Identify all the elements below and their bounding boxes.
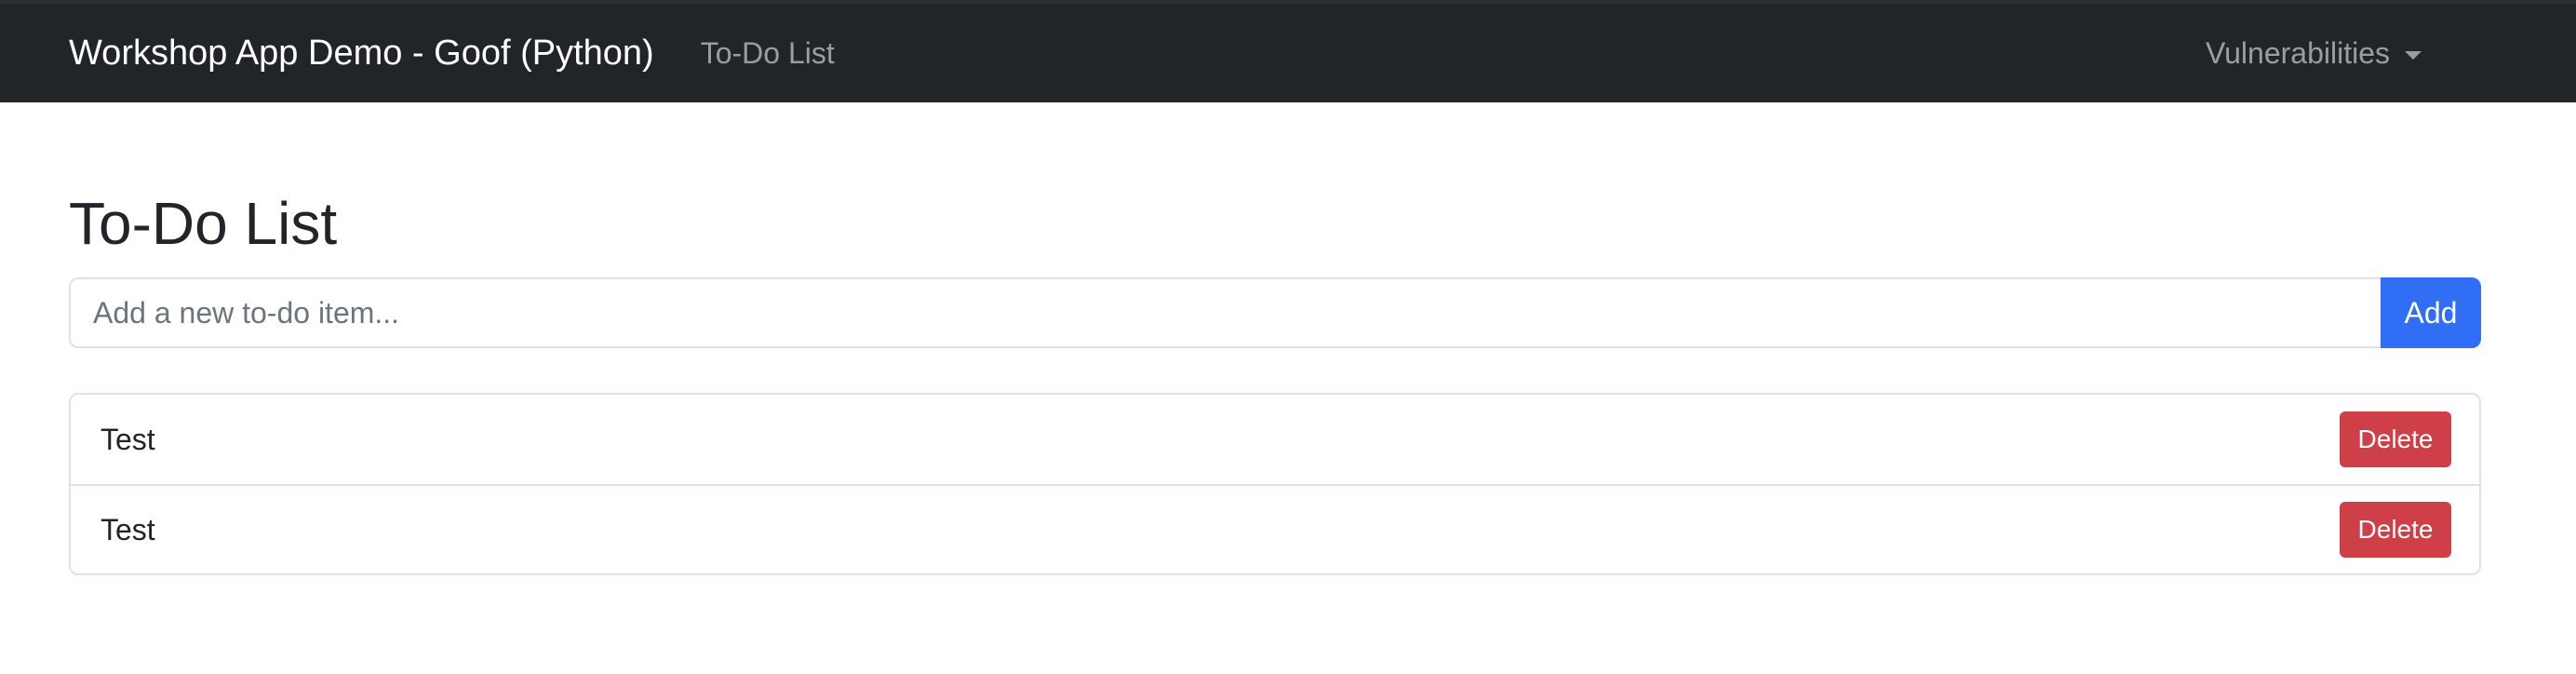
new-todo-input[interactable]: [69, 277, 2381, 348]
todo-list: Test Delete Test Delete: [69, 393, 2481, 575]
page-title: To-Do List: [69, 190, 338, 257]
delete-button[interactable]: Delete: [2340, 502, 2451, 558]
navbar-brand[interactable]: Workshop App Demo - Goof (Python): [69, 34, 654, 74]
caret-down-icon: [2405, 50, 2422, 60]
todo-item: Test Delete: [71, 395, 2479, 484]
vulnerabilities-dropdown[interactable]: Vulnerabilities: [2206, 36, 2422, 71]
add-todo-form: Add: [69, 277, 2481, 348]
add-button[interactable]: Add: [2381, 277, 2481, 348]
vulnerabilities-dropdown-label: Vulnerabilities: [2205, 35, 2390, 70]
todo-item: Test Delete: [71, 484, 2479, 573]
nav-link-todo-list[interactable]: To-Do List: [701, 36, 835, 71]
todo-item-text: Test: [101, 422, 155, 456]
delete-button[interactable]: Delete: [2340, 411, 2451, 467]
main-container: To-Do List Add Test Delete Test Delete: [69, 102, 2481, 575]
todo-item-text: Test: [101, 512, 155, 546]
top-navbar: Workshop App Demo - Goof (Python) To-Do …: [0, 0, 2576, 102]
